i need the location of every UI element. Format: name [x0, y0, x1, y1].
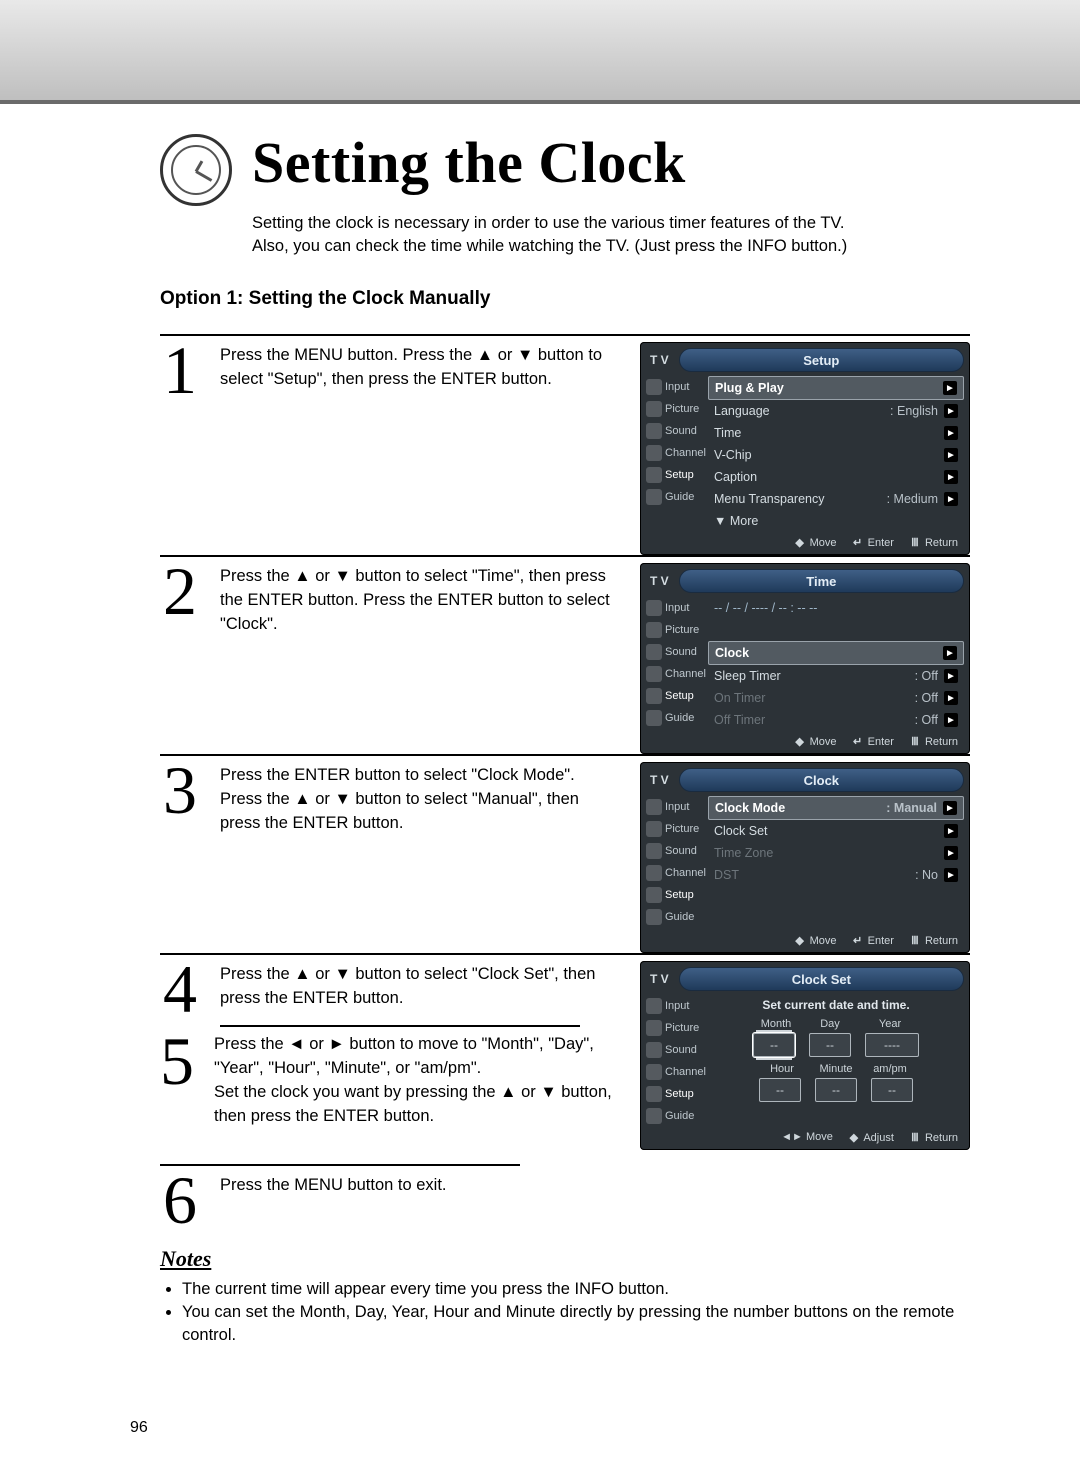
step-2: 2 Press the ▲ or ▼ button to select "Tim…	[160, 555, 970, 754]
chevron-right-icon: ►	[943, 381, 957, 395]
osd-sidebar: Input Picture Sound Channel Setup Guide	[646, 376, 708, 532]
notes-section: Notes The current time will appear every…	[160, 1246, 970, 1347]
osd-title: Setup	[679, 348, 964, 372]
note-item: The current time will appear every time …	[182, 1278, 970, 1301]
step-text: Press the ▲ or ▼ button to select "Clock…	[220, 961, 620, 1129]
minute-field[interactable]: --	[815, 1078, 857, 1102]
osd-clock: T VClock Input Picture Sound Channel Set…	[640, 762, 970, 953]
step-number: 6	[160, 1172, 200, 1230]
osd-setup: T V Setup Input Picture Sound Channel Set…	[640, 342, 970, 555]
header-bar	[0, 0, 1080, 104]
step-text: Press the MENU button. Press the ▲ or ▼ …	[220, 342, 620, 392]
year-field[interactable]: ----	[865, 1033, 919, 1057]
page-title: Setting the Clock	[252, 134, 686, 192]
osd-time: T VTime Input Picture Sound Channel Setu…	[640, 563, 970, 754]
hour-field[interactable]: --	[759, 1078, 801, 1102]
osd-footer: ◆ Move ↵ Enter Ⅲ Return	[646, 532, 964, 549]
osd-clock-set: T VClock Set Input Picture Sound Channel…	[640, 961, 970, 1150]
manual-page: Setting the Clock Setting the clock is n…	[0, 0, 1080, 1473]
option-heading: Option 1: Setting the Clock Manually	[160, 288, 970, 310]
step-number: 1	[160, 342, 200, 400]
note-item: You can set the Month, Day, Year, Hour a…	[182, 1301, 970, 1347]
ampm-field[interactable]: --	[871, 1078, 913, 1102]
step-number: 2	[160, 563, 200, 621]
page-number: 96	[130, 1419, 148, 1437]
step-text: Press the ▲ or ▼ button to select "Time"…	[220, 563, 620, 637]
intro-text: Setting the clock is necessary in order …	[252, 212, 970, 258]
day-field[interactable]: --	[809, 1033, 851, 1057]
notes-heading: Notes	[160, 1246, 970, 1272]
month-field[interactable]: --	[753, 1033, 795, 1057]
step-number: 5	[160, 1033, 194, 1129]
osd-tv-label: T V	[646, 353, 673, 367]
step-text: Press the MENU button to exit.	[220, 1172, 620, 1198]
step-text: Press the ENTER button to select "Clock …	[220, 762, 620, 836]
step-number: 4	[160, 961, 200, 1019]
clock-icon	[160, 134, 232, 206]
step-number: 3	[160, 762, 200, 820]
step-1: 1 Press the MENU button. Press the ▲ or …	[160, 334, 970, 555]
step-text: Press the ◄ or ► button to move to "Mont…	[214, 1033, 614, 1129]
step-4: 4 Press the ▲ or ▼ button to select "Clo…	[160, 953, 970, 1150]
step-3: 3 Press the ENTER button to select "Cloc…	[160, 754, 970, 953]
step-6: 6 Press the MENU button to exit.	[160, 1172, 970, 1230]
